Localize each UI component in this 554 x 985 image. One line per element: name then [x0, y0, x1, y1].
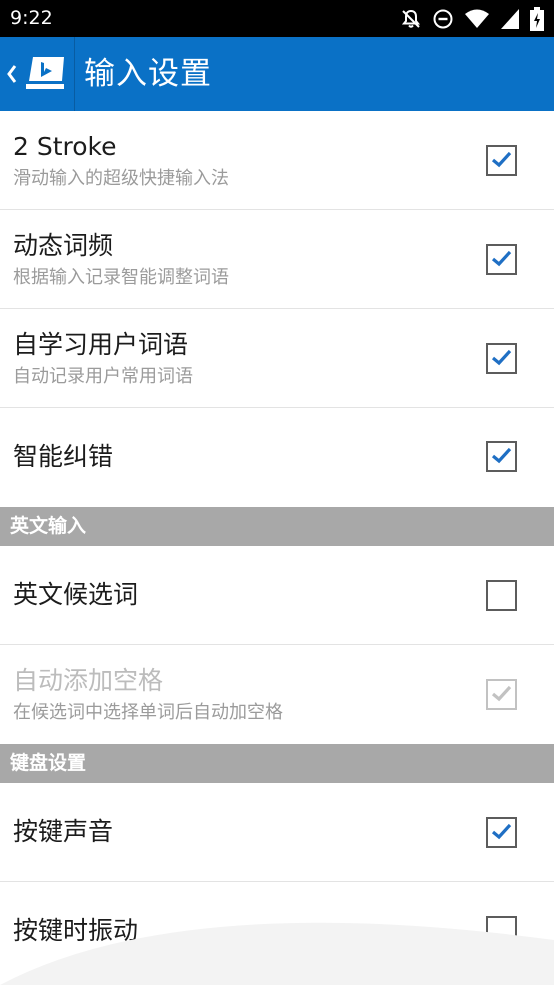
check-mark-icon: [491, 250, 512, 267]
section-label: 键盘设置: [10, 752, 87, 774]
setting-title: 智能纠错: [13, 442, 114, 471]
setting-summary: 在候选词中选择单词后自动加空格: [13, 702, 283, 723]
setting-title: 动态词频: [13, 231, 114, 260]
wifi-icon: [464, 8, 490, 30]
setting-row-dynamic-frequency[interactable]: 动态词频 根据输入记录智能调整词语: [0, 210, 554, 309]
settings-list: 2 Stroke 滑动输入的超级快捷输入法 动态词频 根据输入记录智能调整词语 …: [0, 111, 554, 981]
status-bar: 9:22: [0, 0, 554, 37]
status-time: 9:22: [10, 7, 53, 29]
app-bar: 输入设置: [0, 37, 554, 111]
two-stroke-checkbox[interactable]: [486, 145, 517, 176]
check-mark-icon: [491, 447, 512, 464]
bing-keyboard-logo-icon: [24, 54, 66, 96]
check-mark-icon: [491, 685, 512, 702]
setting-summary: 根据输入记录智能调整词语: [13, 267, 229, 288]
setting-title: 英文候选词: [13, 580, 139, 609]
key-vibration-checkbox[interactable]: [486, 916, 517, 947]
do-not-disturb-icon: [432, 8, 454, 30]
section-label: 英文输入: [10, 515, 87, 537]
back-button[interactable]: [0, 37, 75, 111]
chevron-left-icon: [6, 62, 18, 90]
setting-row-smart-correction[interactable]: 智能纠错: [0, 408, 554, 507]
setting-row-self-learning[interactable]: 自学习用户词语 自动记录用户常用词语: [0, 309, 554, 408]
setting-summary: 滑动输入的超级快捷输入法: [13, 168, 229, 189]
setting-title: 自学习用户词语: [13, 330, 189, 359]
setting-row-2-stroke[interactable]: 2 Stroke 滑动输入的超级快捷输入法: [0, 111, 554, 210]
check-mark-icon: [491, 151, 512, 168]
section-header-english: 英文输入: [0, 507, 554, 546]
section-header-keyboard: 键盘设置: [0, 744, 554, 783]
setting-row-key-vibration[interactable]: 按键时振动: [0, 882, 554, 981]
english-candidates-checkbox[interactable]: [486, 580, 517, 611]
notifications-off-icon: [400, 8, 422, 30]
signal-icon: [500, 8, 520, 30]
check-mark-icon: [491, 349, 512, 366]
dynamic-frequency-checkbox[interactable]: [486, 244, 517, 275]
setting-row-english-candidates[interactable]: 英文候选词: [0, 546, 554, 645]
setting-row-key-sound[interactable]: 按键声音: [0, 783, 554, 882]
auto-space-checkbox: [486, 679, 517, 710]
page-title: 输入设置: [84, 56, 212, 92]
smart-correction-checkbox[interactable]: [486, 441, 517, 472]
setting-title: 按键声音: [13, 817, 114, 846]
setting-summary: 自动记录用户常用词语: [13, 366, 193, 387]
setting-row-auto-space: 自动添加空格 在候选词中选择单词后自动加空格: [0, 645, 554, 744]
battery-charging-icon: [530, 7, 544, 31]
setting-title: 按键时振动: [13, 916, 139, 945]
setting-title: 自动添加空格: [13, 666, 164, 695]
self-learning-checkbox[interactable]: [486, 343, 517, 374]
status-icons: [400, 7, 544, 31]
setting-title: 2 Stroke: [13, 132, 117, 161]
check-mark-icon: [491, 823, 512, 840]
key-sound-checkbox[interactable]: [486, 817, 517, 848]
